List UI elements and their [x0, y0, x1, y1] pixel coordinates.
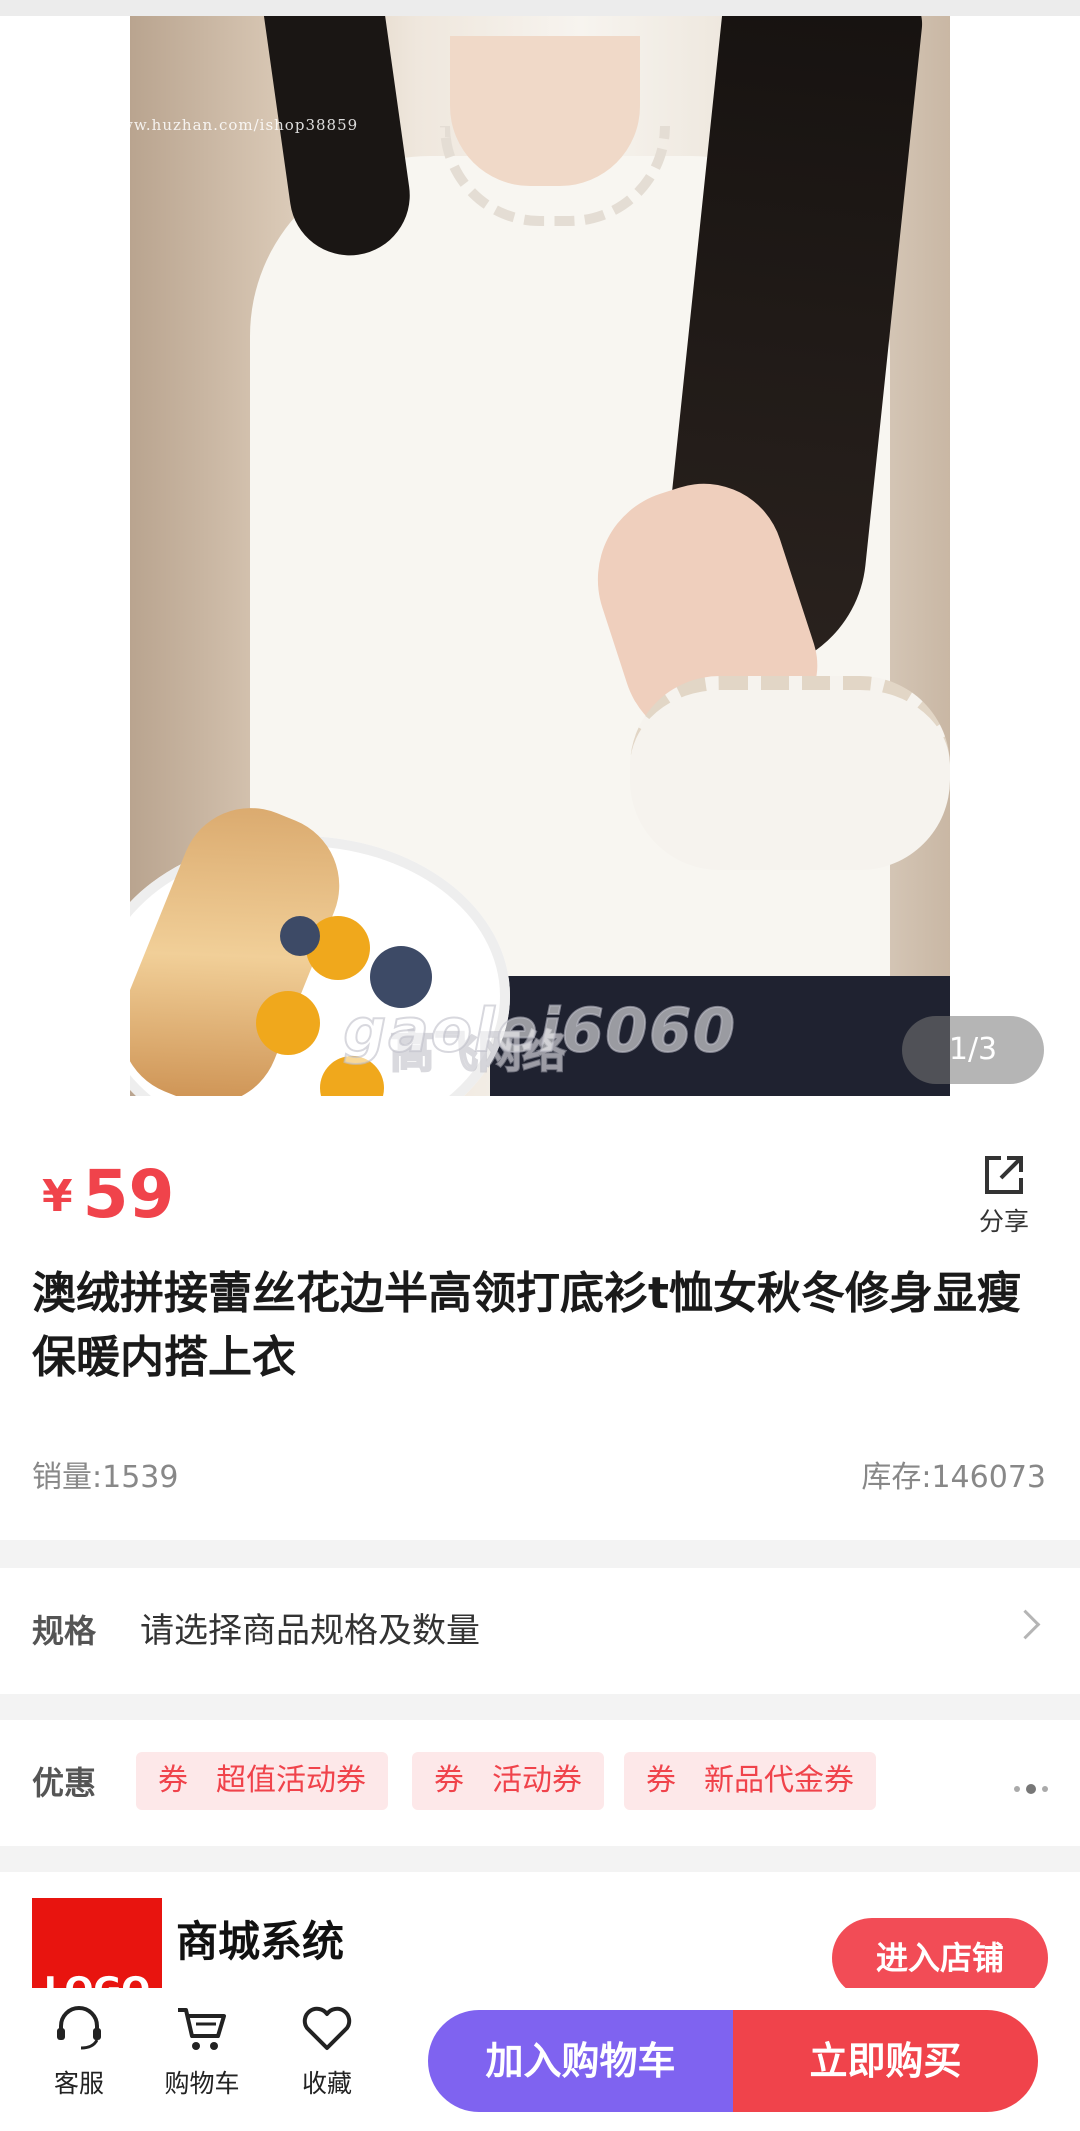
- sales-label: 销量:: [32, 1460, 103, 1495]
- image-counter: 1/3: [902, 1016, 1044, 1084]
- price-value: 59: [82, 1156, 175, 1233]
- cart-button[interactable]: 购物车: [147, 2004, 257, 2100]
- chevron-right-icon: [1010, 1609, 1041, 1640]
- watermark-text: gaolei6060: [342, 995, 737, 1067]
- heart-icon: [302, 2006, 352, 2050]
- headset-icon: [57, 2006, 101, 2050]
- promotion-row[interactable]: 优惠 券超值活动券 券活动券 券新品代金券: [0, 1720, 1080, 1846]
- promo-label: 优惠: [32, 1764, 97, 1802]
- currency-symbol: ¥: [42, 1171, 73, 1222]
- coupon-tag: 券: [434, 1763, 464, 1798]
- favorite-button[interactable]: 收藏: [272, 2004, 382, 2100]
- photo-lace-cuff: [630, 676, 950, 870]
- stock-label: 库存:: [861, 1460, 932, 1495]
- spec-prompt: 请选择商品规格及数量: [140, 1611, 480, 1651]
- coupon-name: 活动券: [492, 1763, 582, 1798]
- watermark-url: https://www.huzhan.com/ishop38859: [44, 116, 359, 134]
- favorite-label: 收藏: [301, 2069, 352, 2098]
- buy-now-button[interactable]: 立即购买: [733, 2010, 1038, 2112]
- more-dots-icon[interactable]: [1008, 1778, 1048, 1797]
- spec-label: 规格: [32, 1612, 97, 1650]
- coupon-name: 超值活动券: [216, 1763, 366, 1798]
- add-to-cart-button[interactable]: 加入购物车: [428, 2010, 733, 2112]
- customer-service-button[interactable]: 客服: [24, 2004, 134, 2100]
- photo-hair-left: [262, 16, 418, 264]
- share-button[interactable]: 分享: [972, 1152, 1036, 1238]
- stock-count: 库存:146073: [861, 1452, 1046, 1496]
- coupon-name: 新品代金券: [704, 1763, 854, 1798]
- top-strip: [0, 0, 1080, 16]
- bottom-action-bar: 客服 购物车 收藏 加入购物车 立即购买: [0, 1988, 1080, 2131]
- cart-label: 购物车: [164, 2069, 240, 2098]
- coupon-chip[interactable]: 券新品代金券: [624, 1752, 876, 1810]
- coupon-chip[interactable]: 券活动券: [412, 1752, 604, 1810]
- photo-berry: [280, 916, 320, 956]
- customer-service-label: 客服: [53, 2069, 104, 2098]
- coupon-tag: 券: [158, 1763, 188, 1798]
- coupon-chip[interactable]: 券超值活动券: [136, 1752, 388, 1810]
- product-photo[interactable]: [130, 16, 950, 1096]
- product-gallery[interactable]: https://www.huzhan.com/ishop38859 高飞网络 g…: [0, 16, 1080, 1096]
- sales-value: 1539: [102, 1460, 179, 1495]
- sales-count: 销量:1539: [32, 1452, 178, 1496]
- coupon-tag: 券: [646, 1763, 676, 1798]
- cart-icon: [178, 2008, 226, 2050]
- enter-shop-button[interactable]: 进入店铺: [832, 1918, 1048, 1998]
- purchase-buttons: 加入购物车 立即购买: [428, 2010, 1038, 2112]
- product-title: 澳绒拼接蕾丝花边半高领打底衫t恤女秋冬修身显瘦保暖内搭上衣: [32, 1268, 1022, 1383]
- spec-selector-row[interactable]: 规格 请选择商品规格及数量: [0, 1568, 1080, 1694]
- product-price: ¥59: [42, 1156, 174, 1233]
- stock-value: 146073: [931, 1460, 1046, 1495]
- share-label: 分享: [978, 1207, 1029, 1236]
- share-icon: [985, 1156, 1023, 1194]
- shop-name: 商城系统: [176, 1917, 345, 1966]
